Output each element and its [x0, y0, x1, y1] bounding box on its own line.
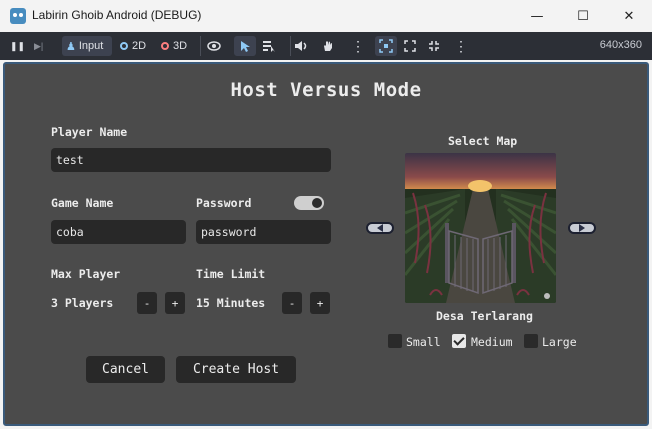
player-name-input[interactable]: test — [51, 148, 331, 172]
max-player-increase-button[interactable]: + — [165, 292, 185, 314]
toggle-knob — [312, 198, 322, 208]
time-limit-increase-button[interactable]: + — [310, 292, 330, 314]
map-name: Desa Terlarang — [436, 309, 533, 323]
collapse-icon — [429, 41, 439, 51]
mode-2d-label: 2D — [132, 40, 147, 52]
max-player-decrease-button[interactable]: - — [137, 292, 157, 314]
shrink-button[interactable] — [428, 36, 440, 56]
mode-3d-button[interactable]: 3D — [161, 36, 187, 56]
select-map-label: Select Map — [448, 134, 518, 148]
debug-toolbar: ❚❚ ▶| ♟ Input 2D 3D ⋮ ⋮ 640x360 — [0, 32, 652, 60]
toolbar-divider — [290, 36, 291, 56]
game-viewport: Host Versus Mode Player Name test Game N… — [3, 62, 649, 426]
audio-button[interactable] — [294, 36, 308, 56]
eye-button[interactable] — [207, 36, 221, 56]
select-button[interactable] — [234, 36, 256, 56]
window-titlebar: Labirin Ghoib Android (DEBUG) — ☐ ✕ — [0, 0, 652, 32]
hand-icon — [324, 41, 332, 51]
arrow-right-icon — [579, 224, 585, 232]
password-label: Password — [196, 196, 252, 210]
input-toggle-button[interactable]: ♟ Input — [62, 36, 112, 56]
mode-2d-button[interactable]: 2D — [120, 36, 146, 56]
size-large-checkbox[interactable] — [524, 334, 538, 348]
time-limit-label: Time Limit — [196, 267, 266, 281]
minimize-button[interactable]: — — [514, 0, 560, 32]
expand-icon — [404, 40, 416, 52]
mode-3d-label: 3D — [173, 40, 188, 52]
size-small-checkbox[interactable] — [388, 334, 402, 348]
create-host-button[interactable]: Create Host — [176, 356, 296, 383]
camera-override-button[interactable] — [375, 36, 397, 56]
more-options-button[interactable]: ⋮ — [351, 36, 365, 56]
circle-3d-icon — [161, 42, 169, 50]
arrow-left-icon — [377, 224, 383, 232]
page-title: Host Versus Mode — [230, 79, 422, 101]
toolbar-divider — [200, 36, 201, 56]
player-name-label: Player Name — [51, 125, 128, 139]
map-preview-image — [405, 153, 556, 303]
eye-icon — [207, 41, 221, 51]
previous-map-button[interactable] — [366, 222, 394, 234]
size-medium-label: Medium — [471, 335, 513, 349]
input-label: Input — [78, 40, 104, 52]
close-button[interactable]: ✕ — [606, 0, 652, 32]
list-pointer-icon — [263, 41, 275, 52]
size-medium-checkbox[interactable] — [452, 334, 466, 348]
hand-button[interactable] — [322, 36, 334, 56]
godot-app-icon — [10, 8, 26, 24]
fullscreen-button[interactable] — [404, 36, 416, 56]
circle-2d-icon — [120, 42, 128, 50]
game-name-input[interactable]: coba — [51, 220, 186, 244]
window-title: Labirin Ghoib Android (DEBUG) — [32, 8, 202, 22]
game-name-label: Game Name — [51, 196, 114, 210]
max-player-label: Max Player — [51, 267, 121, 281]
joystick-icon: ♟ — [66, 40, 76, 53]
cursor-icon — [241, 41, 250, 52]
camera-override-icon — [379, 39, 393, 53]
resolution-label: 640x360 — [599, 39, 642, 51]
more-options-button[interactable]: ⋮ — [454, 36, 468, 56]
password-input[interactable]: password — [196, 220, 331, 244]
time-limit-decrease-button[interactable]: - — [282, 292, 302, 314]
time-limit-value: 15 Minutes — [196, 296, 266, 310]
cancel-button[interactable]: Cancel — [86, 356, 165, 383]
max-player-value: 3 Players — [51, 296, 114, 310]
next-map-button[interactable] — [568, 222, 596, 234]
speaker-icon — [295, 41, 307, 51]
list-select-button[interactable] — [262, 36, 276, 56]
size-large-label: Large — [542, 335, 577, 349]
next-frame-button[interactable]: ▶| — [34, 36, 43, 56]
pause-button[interactable]: ❚❚ — [10, 36, 25, 56]
password-toggle[interactable] — [294, 196, 324, 210]
maximize-button[interactable]: ☐ — [560, 0, 606, 32]
size-small-label: Small — [406, 335, 441, 349]
